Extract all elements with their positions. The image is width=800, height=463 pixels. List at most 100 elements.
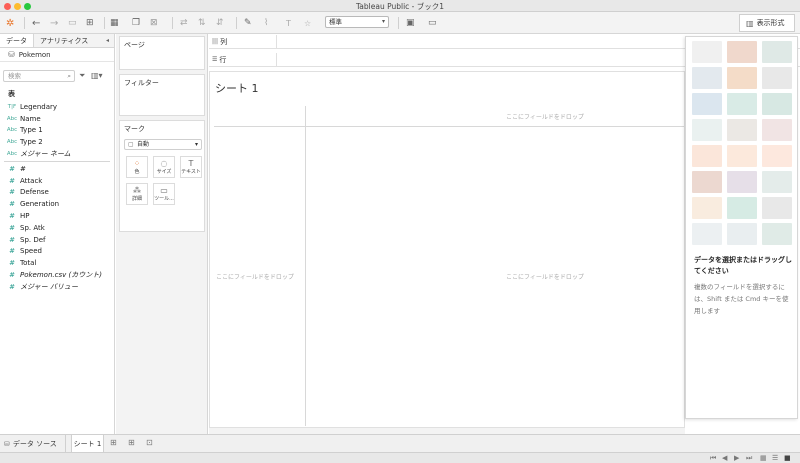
measure-type-icon: # — [9, 188, 15, 197]
chart-type-thumbnail[interactable] — [762, 119, 792, 141]
chart-type-thumbnail[interactable] — [692, 119, 722, 141]
last-page-icon[interactable]: ⏭ — [746, 454, 752, 463]
sort-desc-icon[interactable]: ⇵ — [216, 16, 224, 30]
group-icon[interactable]: ⌇ — [264, 16, 268, 30]
chart-type-thumbnail[interactable] — [692, 93, 722, 115]
rows-drop-hint[interactable]: ここにフィールドをドロップ — [216, 272, 294, 281]
size-button[interactable]: ◌ サイズ — [153, 156, 175, 178]
field-name: Sp. Def — [20, 235, 46, 244]
chevron-down-icon: ▾ — [194, 141, 198, 148]
duplicate-icon[interactable]: ❐ — [132, 16, 140, 30]
undo-icon[interactable]: ← — [32, 16, 40, 30]
datasource-tab[interactable]: ⛁ データ ソース — [0, 435, 66, 452]
sheet-tab[interactable]: シート 1 — [71, 435, 104, 452]
sheet-title[interactable]: シート 1 — [215, 80, 259, 96]
first-page-icon[interactable]: ⏮ — [710, 454, 716, 463]
field-item[interactable]: T|F Legendary — [0, 101, 114, 113]
filter-icon[interactable]: ⏷ — [79, 71, 85, 81]
new-worksheet-icon[interactable]: ⊞ — [110, 438, 117, 447]
chart-type-thumbnail[interactable] — [727, 223, 757, 245]
save-icon[interactable]: ▭ — [68, 16, 77, 30]
field-item[interactable]: # Defense — [0, 187, 114, 199]
filmstrip-view-icon[interactable]: ■ — [784, 454, 791, 462]
new-dashboard-icon[interactable]: ⊞ — [128, 438, 135, 447]
highlight-icon[interactable]: ✎ — [244, 16, 252, 30]
mark-type-select[interactable]: ▢ 自動 ▾ — [124, 139, 202, 150]
pane-collapse-icon[interactable]: ◂ — [106, 37, 109, 44]
fit-icon[interactable]: ▣ — [406, 16, 415, 30]
chart-type-thumbnail[interactable] — [692, 67, 722, 89]
tooltip-button[interactable]: ▭ ツール... — [153, 183, 175, 205]
text-button[interactable]: T テキスト — [180, 156, 202, 178]
columns-drop-hint[interactable]: ここにフィールドをドロップ — [506, 112, 584, 121]
field-item[interactable]: Abc Type 2 — [0, 136, 114, 148]
color-icon: ⁘ — [133, 159, 141, 168]
list-view-icon[interactable]: ☰ — [772, 454, 778, 462]
rows-icon: ☰ — [212, 56, 218, 63]
field-item[interactable]: Abc メジャー ネーム — [0, 148, 114, 160]
field-item[interactable]: # Speed — [0, 246, 114, 258]
new-datasource-icon[interactable]: ⊞ — [86, 16, 94, 30]
pin-icon[interactable]: ☆ — [304, 16, 311, 30]
prev-page-icon[interactable]: ◀ — [722, 454, 727, 462]
filters-card[interactable]: フィルター — [119, 74, 205, 116]
chart-type-thumbnail[interactable] — [727, 197, 757, 219]
field-item[interactable]: # Pokemon.csv (カウント) — [0, 269, 114, 281]
chart-type-thumbnail[interactable] — [762, 41, 792, 63]
field-item[interactable]: # Attack — [0, 175, 114, 187]
datasource-item[interactable]: ⛁ Pokemon — [0, 48, 114, 62]
tableau-logo-icon[interactable]: ✲ — [6, 16, 14, 30]
color-button[interactable]: ⁘ 色 — [126, 156, 148, 178]
new-story-icon[interactable]: ⊡ — [146, 438, 153, 447]
field-item[interactable]: # HP — [0, 210, 114, 222]
detail-button[interactable]: ⁂ 詳細 — [126, 183, 148, 205]
chart-type-thumbnail[interactable] — [692, 171, 722, 193]
chart-type-thumbnail[interactable] — [762, 171, 792, 193]
swap-icon[interactable]: ⇄ — [180, 16, 188, 30]
field-name: Pokemon.csv (カウント) — [20, 271, 102, 280]
clear-icon[interactable]: ⊠ — [150, 16, 158, 30]
field-item[interactable]: # Sp. Atk — [0, 222, 114, 234]
chart-type-thumbnail[interactable] — [762, 197, 792, 219]
field-item[interactable]: # Sp. Def — [0, 234, 114, 246]
measure-type-icon: # — [9, 164, 15, 173]
field-item[interactable]: Abc Name — [0, 113, 114, 125]
chart-type-thumbnail[interactable] — [727, 41, 757, 63]
chart-type-thumbnail[interactable] — [692, 223, 722, 245]
chart-type-thumbnail[interactable] — [692, 145, 722, 167]
table-heading: 表 — [8, 90, 15, 98]
tab-analytics[interactable]: アナリティクス — [34, 34, 94, 47]
marks-drop-hint[interactable]: ここにフィールドをドロップ — [506, 272, 584, 281]
next-page-icon[interactable]: ▶ — [734, 454, 739, 462]
chart-type-thumbnail[interactable] — [692, 197, 722, 219]
pages-card[interactable]: ページ — [119, 36, 205, 70]
search-input[interactable]: 検索 ⌕ — [3, 70, 75, 82]
field-item[interactable]: # メジャー バリュー — [0, 281, 114, 293]
chart-type-thumbnail[interactable] — [727, 171, 757, 193]
redo-icon[interactable]: → — [50, 16, 58, 30]
auto-mark-icon: ▢ — [128, 141, 134, 148]
tab-data[interactable]: データ — [0, 34, 34, 47]
chart-type-thumbnail[interactable] — [727, 119, 757, 141]
chart-type-thumbnail[interactable] — [727, 145, 757, 167]
field-item[interactable]: # # — [0, 163, 114, 175]
chart-type-thumbnail[interactable] — [762, 223, 792, 245]
field-item[interactable]: # Generation — [0, 198, 114, 210]
chart-type-thumbnail[interactable] — [762, 67, 792, 89]
field-item[interactable]: # Total — [0, 257, 114, 269]
presentation-icon[interactable]: ▭ — [428, 16, 437, 30]
fit-select[interactable]: 標準 ▾ — [325, 16, 389, 28]
show-me-button[interactable]: ▥ 表示形式 — [739, 14, 795, 32]
label-icon[interactable]: T — [286, 16, 291, 30]
grid-view-icon[interactable]: ▦ — [760, 454, 767, 462]
sort-asc-icon[interactable]: ⇅ — [198, 16, 206, 30]
chart-type-thumbnail[interactable] — [727, 67, 757, 89]
chart-type-thumbnail[interactable] — [762, 93, 792, 115]
field-item[interactable]: Abc Type 1 — [0, 125, 114, 137]
new-sheet-icon[interactable]: ▦ — [110, 16, 119, 30]
chart-type-thumbnail[interactable] — [762, 145, 792, 167]
worksheet-view: シート 1 ここにフィールドをドロップ ここにフィールドをドロップ ここにフィー… — [209, 71, 685, 428]
list-view-icon[interactable]: ▥▾ — [91, 71, 103, 80]
chart-type-thumbnail[interactable] — [727, 93, 757, 115]
chart-type-thumbnail[interactable] — [692, 41, 722, 63]
